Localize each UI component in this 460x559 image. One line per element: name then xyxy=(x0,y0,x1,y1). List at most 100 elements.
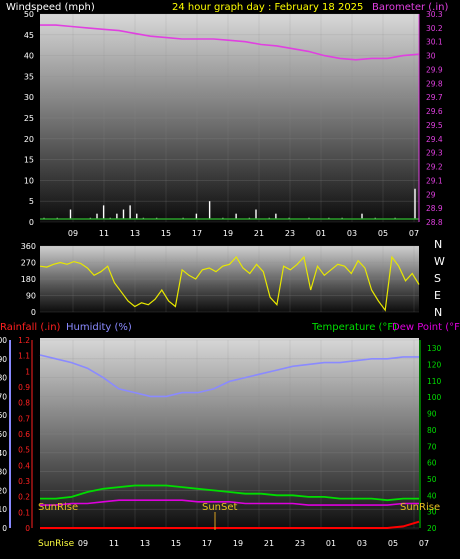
barometer-y-ticks: 28.8 28.9 29 29.1 29.2 29.3 29.4 29.5 29.6 29.7 29… xyxy=(426,10,443,227)
barometer-tick-label: 29.4 xyxy=(426,135,443,144)
windspeed-tick-label: 30 xyxy=(24,93,34,102)
humidity-y-ticks: 0 10 20 30 40 50 60 70 80 90 100 xyxy=(0,336,7,533)
direction-tick-label: 0 xyxy=(31,308,36,317)
barometer-tick-label: 30.2 xyxy=(426,24,443,33)
rainfall-axis-title: Rainfall (.in) xyxy=(0,322,61,333)
humidity-tick-label: 50 xyxy=(0,430,7,439)
rainfall-tick-label: 0.7 xyxy=(18,414,30,423)
humidity-x-tick-label: 13 xyxy=(140,539,150,548)
rainfall-tick-label: 1.2 xyxy=(18,336,30,345)
barometer-tick-label: 29.3 xyxy=(426,149,443,158)
temperature-tick-label: 60 xyxy=(427,459,437,468)
humidity-x-tick-label: 05 xyxy=(388,539,398,548)
humidity-tick-label: 80 xyxy=(0,374,7,383)
barometer-tick-label: 28.9 xyxy=(426,204,443,213)
sunset-label: SunSet xyxy=(202,502,238,513)
humidity-x-tick-label: 09 xyxy=(78,539,88,548)
dewpoint-axis-title: Dew Point (°F) xyxy=(392,322,460,333)
windspeed-tick-label: 40 xyxy=(24,52,34,61)
temperature-axis-title: Temperature (°F) xyxy=(311,322,397,333)
direction-y-ticks: 0 90 180 270 360 xyxy=(21,242,36,317)
temperature-tick-label: 130 xyxy=(427,344,442,353)
temperature-tick-label: 80 xyxy=(427,426,437,435)
wind-x-tick-label: 01 xyxy=(316,229,326,238)
temperature-tick-label: 20 xyxy=(427,524,437,533)
sunrise-label-left: SunRise xyxy=(38,502,78,513)
barometer-tick-label: 30.3 xyxy=(426,10,443,19)
humidity-x-tick-label: 23 xyxy=(295,539,305,548)
humidity-x-tick-label: 21 xyxy=(264,539,274,548)
humidity-x-tick-label: 19 xyxy=(233,539,243,548)
wind-x-tick-label: 23 xyxy=(285,229,295,238)
humidity-x-tick-label: 17 xyxy=(202,539,212,548)
direction-tick-label: 180 xyxy=(21,275,36,284)
compass-letter-s: S xyxy=(434,272,441,285)
rainfall-tick-label: 0 xyxy=(25,524,30,533)
chart-title: 24 hour graph day : February 18 2025 xyxy=(172,2,363,13)
temperature-tick-label: 50 xyxy=(427,475,437,484)
rainfall-tick-label: 0.2 xyxy=(18,493,30,502)
windspeed-y-ticks: 0 5 10 15 20 25 30 35 40 45 50 xyxy=(24,10,34,227)
compass-letters: N W S E N xyxy=(434,238,445,319)
rainfall-tick-label: 0.9 xyxy=(18,383,30,392)
barometer-tick-label: 28.8 xyxy=(426,218,443,227)
windspeed-tick-label: 0 xyxy=(29,218,34,227)
windspeed-tick-label: 25 xyxy=(24,114,34,123)
temperature-tick-label: 40 xyxy=(427,491,437,500)
barometer-tick-label: 29.5 xyxy=(426,121,443,130)
wind-x-tick-label: 15 xyxy=(161,229,171,238)
humidity-x-tick-label: 07 xyxy=(419,539,429,548)
rainfall-tick-label: 1.1 xyxy=(18,352,30,361)
rainfall-tick-label: 0.1 xyxy=(18,508,30,517)
windspeed-axis-title: Windspeed (mph) xyxy=(6,2,95,13)
humidity-x-tick-label: 11 xyxy=(109,539,119,548)
temperature-tick-label: 110 xyxy=(427,377,442,386)
wind-x-tick-label: 03 xyxy=(347,229,357,238)
rainfall-tick-label: 0.6 xyxy=(18,430,30,439)
barometer-tick-label: 29.1 xyxy=(426,176,443,185)
rainfall-y-ticks: 0 0.1 0.2 0.3 0.4 0.5 0.6 0.7 0.8 0.9 1 1.1 1.2 xyxy=(18,336,30,533)
humidity-x-tick-label: 15 xyxy=(171,539,181,548)
temperature-tick-label: 70 xyxy=(427,442,437,451)
temperature-tick-label: 120 xyxy=(427,361,442,370)
humidity-axis-title: Humidity (%) xyxy=(66,322,132,333)
humidity-tick-label: 100 xyxy=(0,336,7,345)
compass-letter-n-bottom: N xyxy=(434,306,442,319)
humidity-tick-label: 90 xyxy=(0,355,7,364)
humidity-temperature-panel: 0102030405060708090100 00.10.20.30.40.50… xyxy=(0,336,442,549)
direction-tick-label: 360 xyxy=(21,242,36,251)
wind-barometer-panel: 05101520253035404550 28.828.92929.129.22… xyxy=(24,10,443,238)
barometer-tick-label: 29.8 xyxy=(426,79,443,88)
wind-x-tick-label: 17 xyxy=(192,229,202,238)
barometer-tick-label: 29.7 xyxy=(426,93,443,102)
humidity-x-tick-label: 03 xyxy=(357,539,367,548)
rainfall-tick-label: 1 xyxy=(25,367,30,376)
barometer-tick-label: 29 xyxy=(426,190,436,199)
humidity-tick-label: 40 xyxy=(0,449,7,458)
barometer-tick-label: 30.1 xyxy=(426,38,443,47)
compass-letter-e: E xyxy=(434,289,441,302)
wind-x-tick-label: 09 xyxy=(68,229,78,238)
direction-tick-label: 270 xyxy=(21,259,36,268)
windspeed-tick-label: 5 xyxy=(29,197,34,206)
rainfall-tick-label: 0.4 xyxy=(18,461,30,470)
humidity-tick-label: 10 xyxy=(0,505,7,514)
sunrise-axis-label: SunRise xyxy=(38,539,75,549)
wind-x-tick-label: 07 xyxy=(409,229,419,238)
compass-letter-w: W xyxy=(434,255,445,268)
rainfall-tick-label: 0.3 xyxy=(18,477,30,486)
temperature-tick-label: 90 xyxy=(427,410,437,419)
windspeed-tick-label: 50 xyxy=(24,10,34,19)
humidity-tick-label: 60 xyxy=(0,411,7,420)
humidity-x-ticks: 09 11 13 15 17 19 21 23 01 03 05 07 xyxy=(78,539,429,548)
weather-graphs: Windspeed (mph) 24 hour graph day : Febr… xyxy=(0,2,460,549)
barometer-tick-label: 29.9 xyxy=(426,65,443,74)
rainfall-tick-label: 0.8 xyxy=(18,399,30,408)
wind-x-tick-label: 19 xyxy=(223,229,233,238)
windspeed-tick-label: 10 xyxy=(24,176,34,185)
wind-direction-panel: 0 90 180 270 360 N W S E N xyxy=(21,238,445,319)
humidity-tick-label: 0 xyxy=(2,524,7,533)
temperature-tick-label: 100 xyxy=(427,393,442,402)
wind-x-tick-label: 05 xyxy=(378,229,388,238)
windspeed-tick-label: 35 xyxy=(24,72,34,81)
